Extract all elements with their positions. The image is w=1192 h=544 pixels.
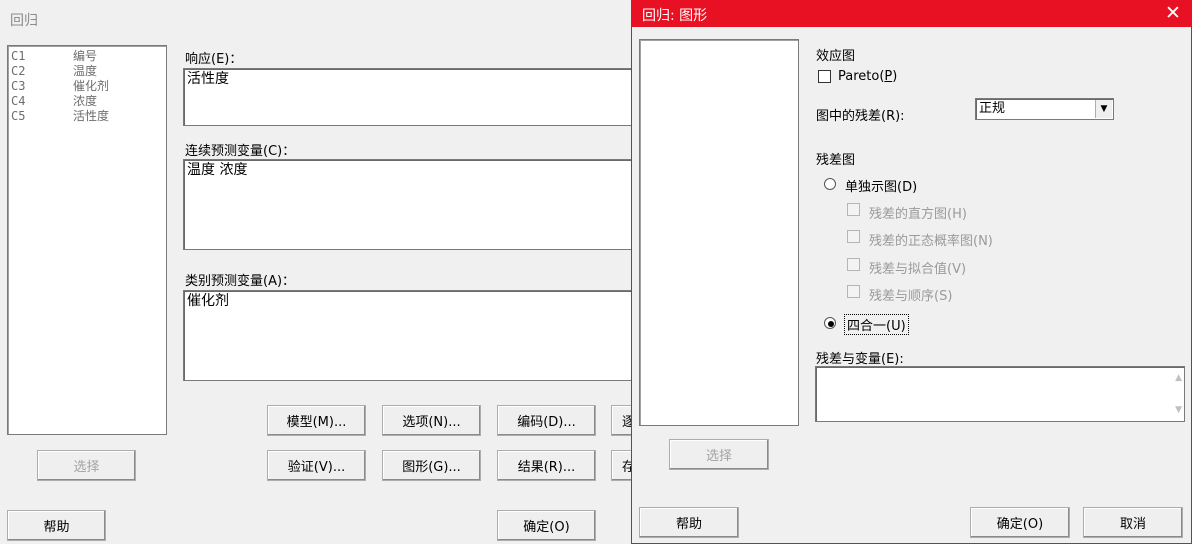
column-id: C4 bbox=[11, 94, 26, 108]
column-list[interactable]: C1 编号 C2 温度 C3 催化剂 C4 浓度 C5 活性度 bbox=[7, 45, 167, 435]
main-ok-button[interactable]: 确定(O) bbox=[497, 510, 596, 541]
pareto-label: Pareto(P) bbox=[838, 69, 898, 84]
chevron-down-icon[interactable]: ▼ bbox=[1095, 100, 1112, 118]
column-list-item[interactable]: C5 活性度 bbox=[11, 109, 163, 124]
four-in-one-label: 四合一(U) bbox=[844, 314, 909, 335]
graphs-help-button[interactable]: 帮助 bbox=[639, 507, 739, 538]
continuous-predictors-label: 连续预测变量(C)： bbox=[185, 144, 296, 159]
vs-order-label: 残差与顺序(S) bbox=[869, 289, 953, 304]
column-name: 浓度 bbox=[73, 94, 98, 108]
residuals-vs-variables-field[interactable]: ▲ ▼ bbox=[815, 366, 1185, 422]
column-name: 温度 bbox=[73, 64, 98, 78]
results-button[interactable]: 结果(R)... bbox=[497, 450, 596, 481]
residuals-for-plots-select[interactable]: 正规 ▼ bbox=[975, 98, 1114, 120]
normal-plot-checkbox[interactable] bbox=[847, 230, 860, 243]
histogram-label: 残差的直方图(H) bbox=[869, 207, 967, 222]
graphs-column-list[interactable] bbox=[639, 39, 799, 426]
column-id: C1 bbox=[11, 49, 26, 63]
residuals-for-plots-value: 正规 bbox=[979, 101, 1006, 116]
graphs-dialog: 回归: 图形 ✕ 效应图 Pareto(P) 图中的残差(R): 正规 ▼ 残差… bbox=[631, 0, 1192, 544]
response-field[interactable]: 活性度 bbox=[183, 68, 643, 126]
residuals-vs-variables-label: 残差与变量(E): bbox=[816, 352, 904, 367]
column-name: 催化剂 bbox=[73, 79, 110, 93]
column-list-item[interactable]: C4 浓度 bbox=[11, 94, 163, 109]
main-select-button[interactable]: 选择 bbox=[37, 450, 136, 481]
four-in-one-radio[interactable] bbox=[824, 317, 836, 329]
response-label: 响应(E)： bbox=[185, 52, 243, 67]
graphs-button[interactable]: 图形(G)... bbox=[382, 450, 481, 481]
column-list-item[interactable]: C2 温度 bbox=[11, 64, 163, 79]
vs-fits-label: 残差与拟合值(V) bbox=[869, 262, 967, 277]
residuals-for-plots-label: 图中的残差(R): bbox=[816, 109, 905, 124]
residual-plots-label: 残差图 bbox=[816, 153, 856, 168]
categorical-predictors-field[interactable]: 催化剂 bbox=[183, 290, 643, 381]
column-id: C2 bbox=[11, 64, 26, 78]
main-help-button[interactable]: 帮助 bbox=[7, 510, 106, 541]
vs-order-checkbox[interactable] bbox=[847, 285, 860, 298]
column-name: 活性度 bbox=[73, 109, 110, 123]
effects-plots-label: 效应图 bbox=[816, 49, 856, 64]
column-list-item[interactable]: C3 催化剂 bbox=[11, 79, 163, 94]
histogram-checkbox[interactable] bbox=[847, 203, 860, 216]
model-button[interactable]: 模型(M)... bbox=[267, 405, 366, 436]
scroll-down-icon[interactable]: ▼ bbox=[1175, 402, 1182, 418]
graphs-select-button[interactable]: 选择 bbox=[669, 439, 769, 470]
column-list-item[interactable]: C1 编号 bbox=[11, 49, 163, 64]
coding-button[interactable]: 编码(D)... bbox=[497, 405, 596, 436]
graphs-dialog-title: 回归: 图形 bbox=[642, 8, 708, 24]
graphs-ok-button[interactable]: 确定(O) bbox=[970, 507, 1070, 538]
vs-fits-checkbox[interactable] bbox=[847, 258, 860, 271]
close-icon[interactable]: ✕ bbox=[1165, 2, 1181, 24]
continuous-predictors-field[interactable]: 温度 浓度 bbox=[183, 159, 643, 250]
column-name: 编号 bbox=[73, 49, 98, 63]
normal-plot-label: 残差的正态概率图(N) bbox=[869, 234, 993, 249]
graphs-cancel-button[interactable]: 取消 bbox=[1083, 507, 1183, 538]
main-dialog-title: 回归 bbox=[10, 13, 38, 29]
graphs-dialog-titlebar: 回归: 图形 ✕ bbox=[632, 1, 1191, 27]
individual-plots-label: 单独示图(D) bbox=[845, 180, 918, 195]
individual-plots-radio[interactable] bbox=[824, 178, 836, 190]
pareto-checkbox[interactable] bbox=[818, 70, 831, 83]
categorical-predictors-label: 类别预测变量(A)： bbox=[185, 274, 296, 289]
column-id: C5 bbox=[11, 109, 26, 123]
options-button[interactable]: 选项(N)... bbox=[382, 405, 481, 436]
validation-button[interactable]: 验证(V)... bbox=[267, 450, 366, 481]
scroll-up-icon[interactable]: ▲ bbox=[1175, 370, 1182, 386]
column-id: C3 bbox=[11, 79, 26, 93]
